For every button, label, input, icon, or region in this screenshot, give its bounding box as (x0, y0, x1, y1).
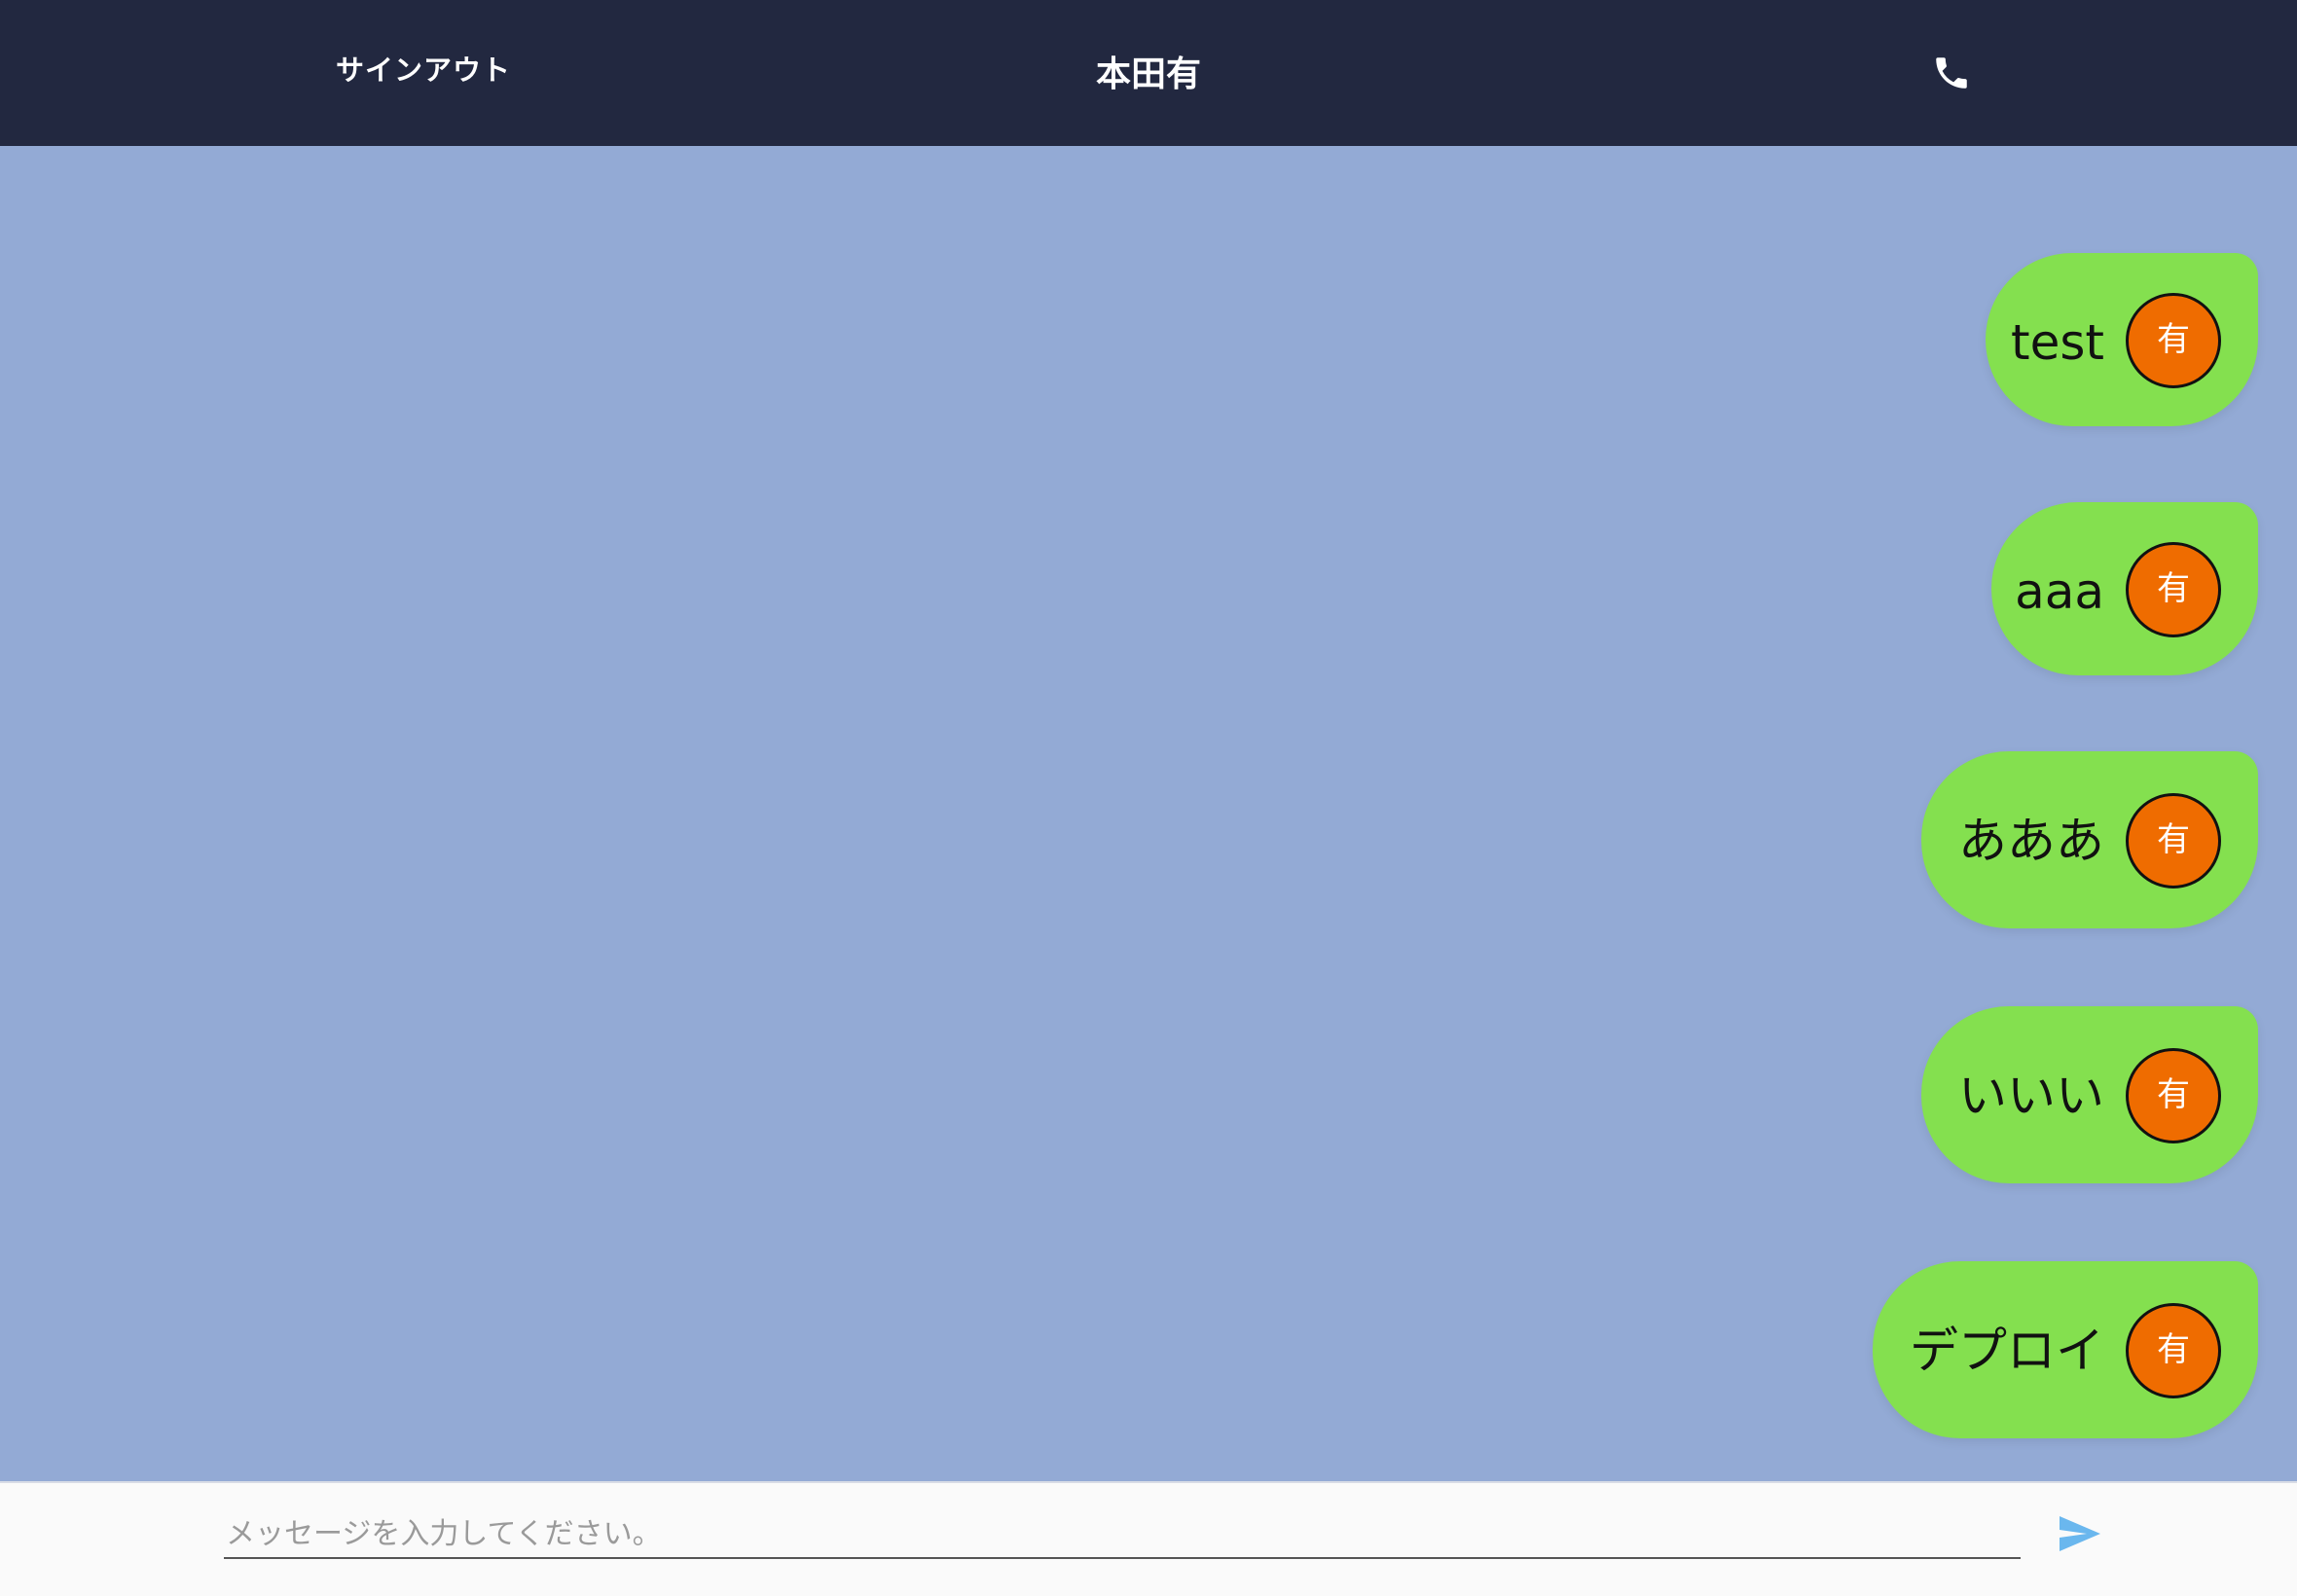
message-bubble: test 有 (1986, 253, 2258, 426)
message-text: いいい (1958, 1068, 2104, 1124)
message-text: test (2010, 314, 2104, 371)
chat-app: サインアウト 本田有 test 有 aaa 有 あああ 有 いいい 有 デプロイ… (0, 0, 2297, 1596)
message-bubble: aaa 有 (1991, 502, 2258, 675)
avatar: 有 (2126, 542, 2221, 637)
message-bubble: いいい 有 (1921, 1006, 2258, 1183)
avatar: 有 (2126, 1048, 2221, 1143)
message-text: あああ (1958, 813, 2104, 869)
send-icon[interactable] (2058, 1514, 2102, 1553)
message-composer (0, 1481, 2297, 1596)
message-input[interactable] (224, 1510, 2021, 1559)
avatar: 有 (2126, 293, 2221, 388)
phone-icon[interactable] (1931, 53, 1972, 93)
message-text: aaa (2015, 563, 2104, 620)
message-list: test 有 aaa 有 あああ 有 いいい 有 デプロイ 有 (0, 146, 2297, 1481)
app-header: サインアウト 本田有 (0, 0, 2297, 146)
message-bubble: デプロイ 有 (1873, 1261, 2258, 1438)
message-text: デプロイ (1910, 1323, 2104, 1379)
avatar: 有 (2126, 793, 2221, 889)
avatar: 有 (2126, 1303, 2221, 1398)
message-bubble: あああ 有 (1921, 751, 2258, 928)
